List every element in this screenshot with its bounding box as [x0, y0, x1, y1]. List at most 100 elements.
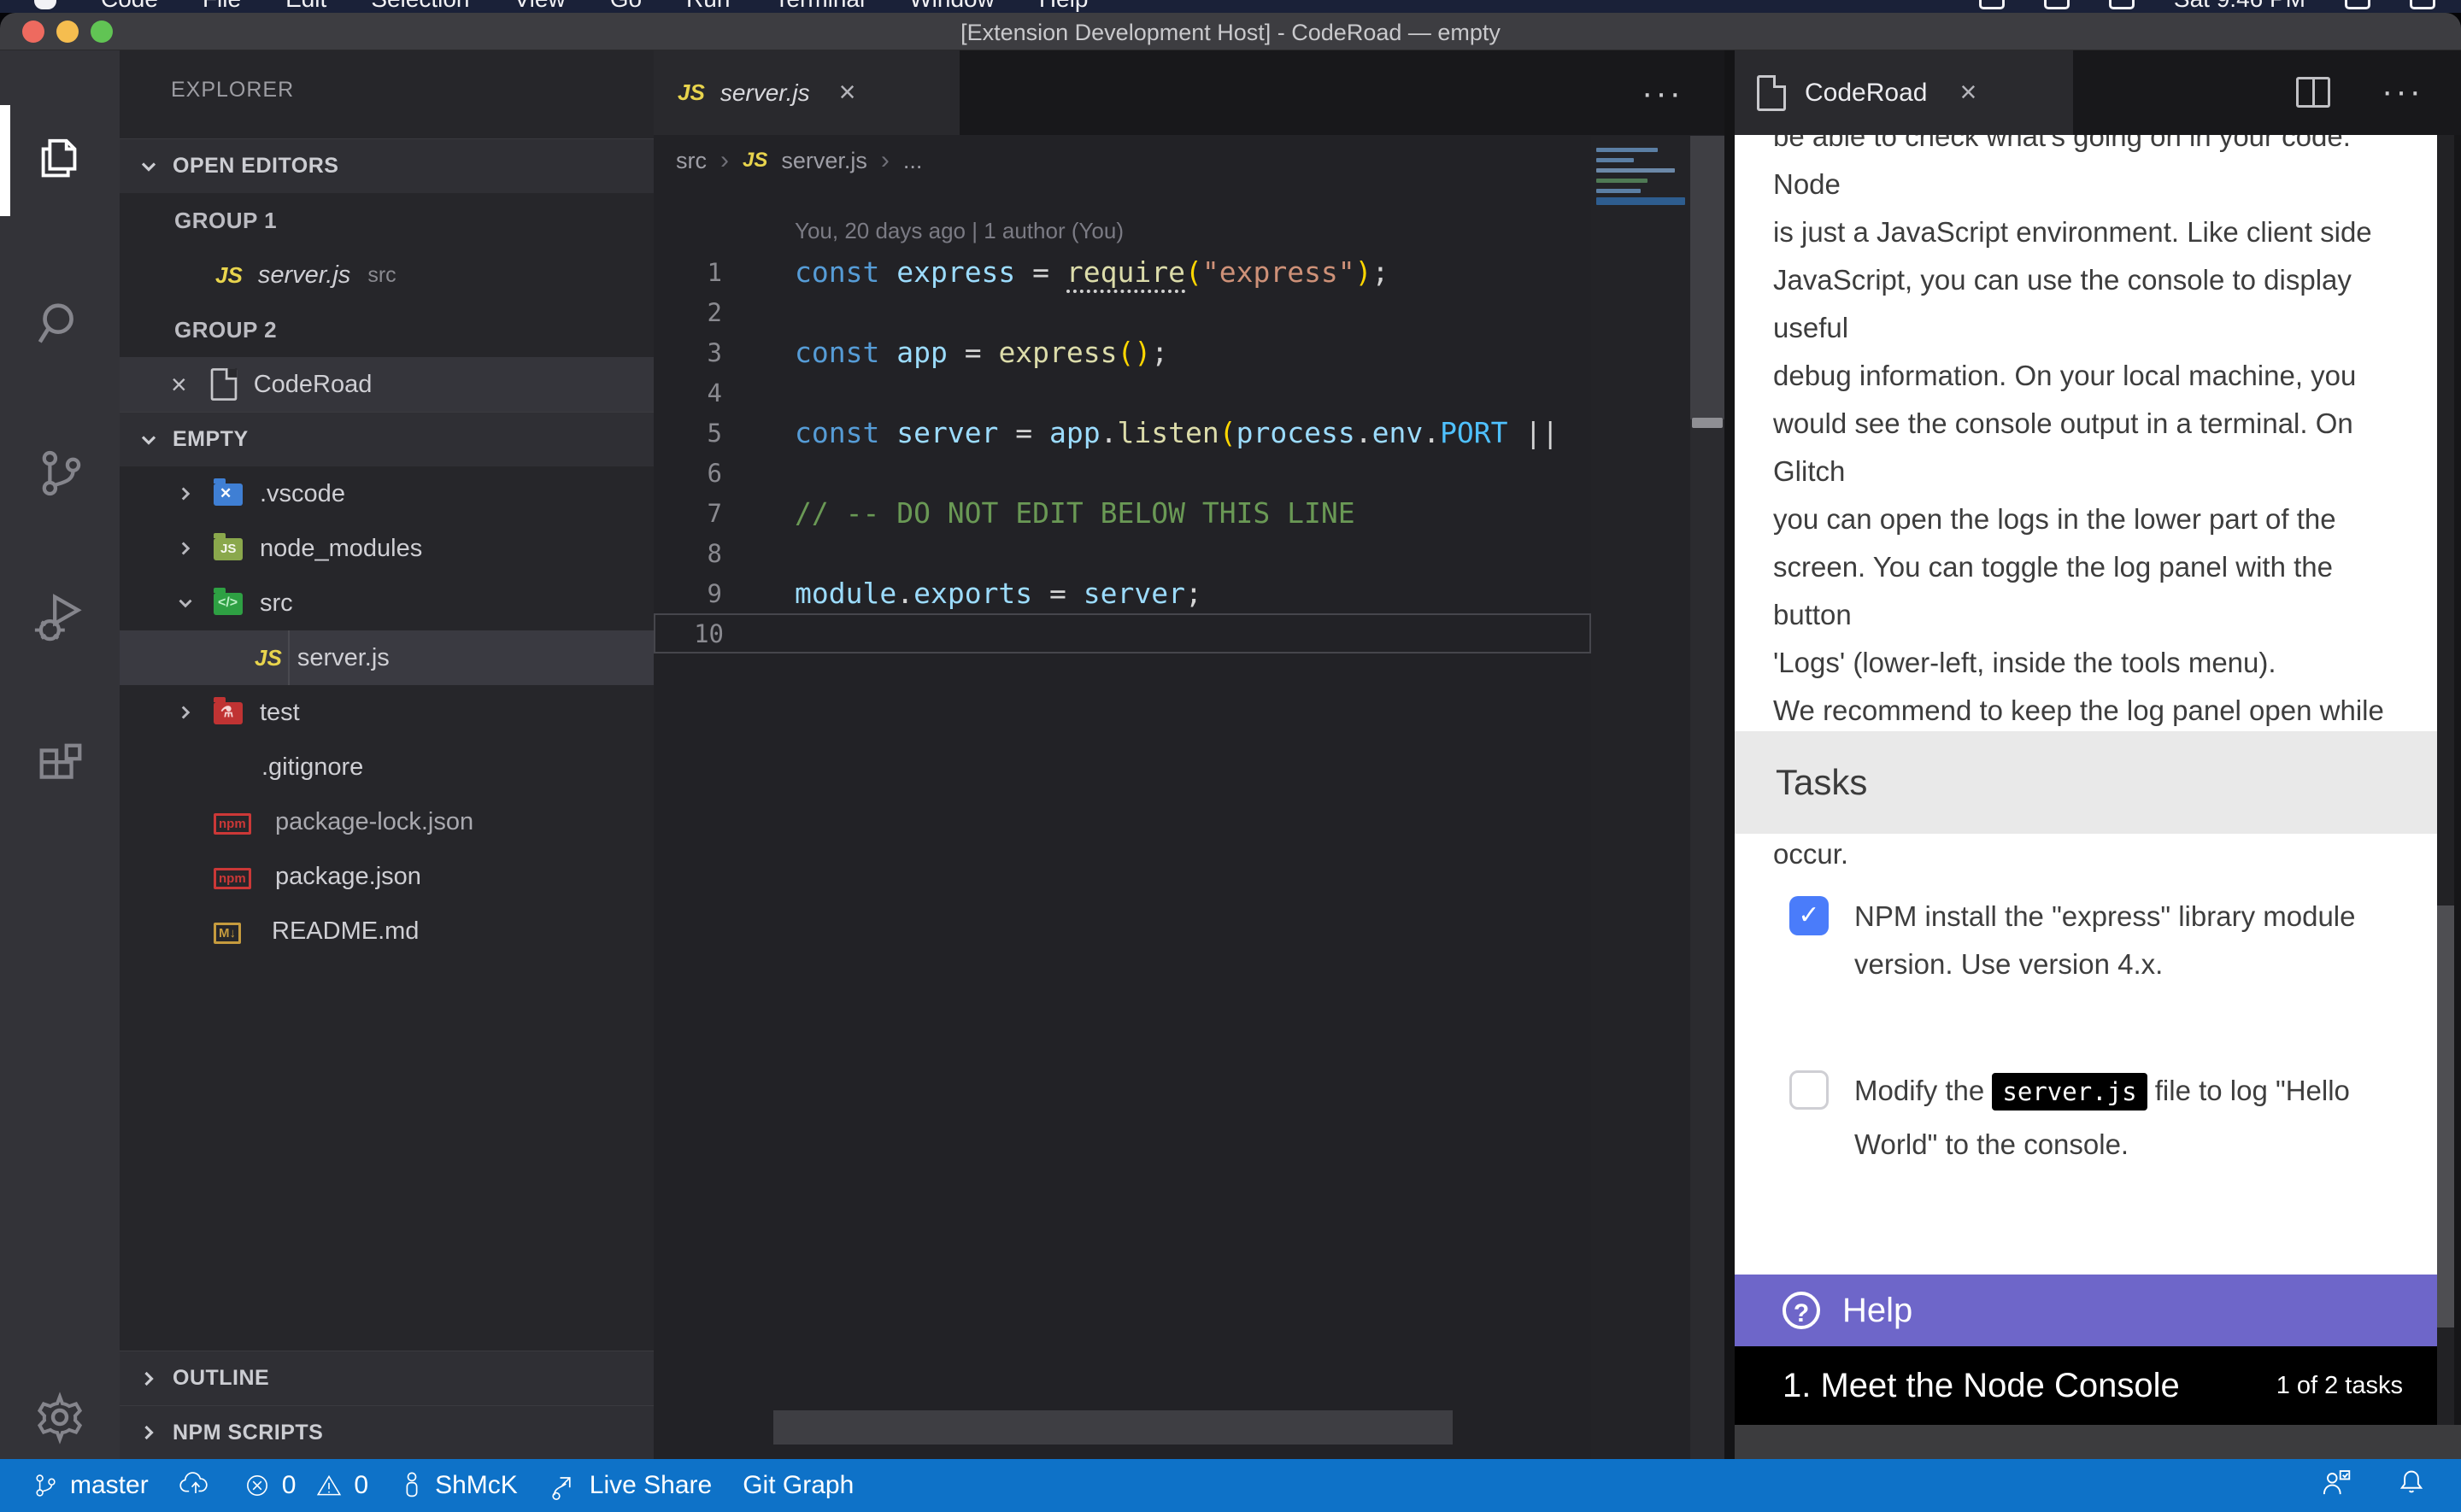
tree-item-readme[interactable]: M↓ README.md	[120, 904, 654, 958]
editor-horizontal-scrollbar[interactable]	[773, 1410, 1453, 1445]
task-checkbox-unchecked[interactable]	[1789, 1070, 1829, 1110]
tree-item-vscode[interactable]: ✕ .vscode	[120, 466, 654, 521]
code-line[interactable]: 5const server = app.listen(process.env.P…	[654, 413, 1724, 453]
coderoad-webview: be able to check what's going on in your…	[1735, 135, 2437, 1425]
code-line[interactable]: 9module.exports = server;	[654, 573, 1724, 613]
webview-scrollbar[interactable]	[2437, 135, 2454, 1425]
problems-status[interactable]: 0 0	[243, 1471, 368, 1500]
panel-bottom-strip	[1735, 1425, 2461, 1459]
status-bar: master 0 0 ShMcK Live Share Git Graph	[0, 1459, 2461, 1512]
run-debug-icon[interactable]	[0, 563, 120, 674]
split-editor-icon[interactable]	[2296, 77, 2330, 108]
search-icon[interactable]	[0, 268, 120, 379]
open-editors-group-1: GROUP 1	[120, 193, 654, 248]
tutorial-text-line: you can open the logs in the lower part …	[1773, 495, 2405, 543]
code-line[interactable]: 2	[654, 292, 1724, 332]
git-icon	[214, 752, 248, 782]
menu-item-edit[interactable]: Edit	[285, 0, 326, 13]
tab-coderoad[interactable]: CodeRoad ×	[1735, 50, 2073, 135]
live-share-status[interactable]: Live Share	[549, 1470, 712, 1501]
macos-menubar: Code File Edit Selection View Go Run Ter…	[0, 0, 2461, 13]
notifications-bell-icon[interactable]	[2396, 1466, 2427, 1505]
menu-item-view[interactable]: View	[514, 0, 566, 13]
open-editors-section-header[interactable]: OPEN EDITORS	[120, 138, 654, 193]
code-line[interactable]: 7// -- DO NOT EDIT BELOW THIS LINE	[654, 493, 1724, 533]
close-tab-icon[interactable]: ×	[1959, 76, 1976, 109]
menu-item-go[interactable]: Go	[610, 0, 642, 13]
menubar-status-icon[interactable]	[2410, 0, 2435, 9]
tutorial-text-line: occur.	[1773, 830, 2405, 878]
tutorial-text-line: is just a JavaScript environment. Like c…	[1773, 208, 2405, 256]
code-line[interactable]: 10	[654, 613, 1591, 653]
tree-item-node-modules[interactable]: JS node_modules	[120, 521, 654, 576]
tree-item-package-json[interactable]: npm package.json	[120, 849, 654, 904]
tree-item-gitignore[interactable]: .gitignore	[120, 740, 654, 794]
close-editor-icon[interactable]: ×	[171, 369, 187, 401]
open-editors-group-2: GROUP 2	[120, 302, 654, 357]
help-button[interactable]: ? Help	[1735, 1275, 2437, 1346]
source-control-icon[interactable]	[0, 418, 120, 529]
explorer-icon[interactable]	[0, 105, 120, 216]
tasks-section-header: Tasks	[1735, 731, 2437, 834]
test-folder-icon: ⚗	[212, 697, 246, 728]
node-modules-folder-icon: JS	[212, 533, 246, 564]
code-line[interactable]: 3const app = express();	[654, 332, 1724, 372]
lesson-footer[interactable]: 1. Meet the Node Console 1 of 2 tasks	[1735, 1346, 2437, 1425]
feedback-icon[interactable]	[2319, 1466, 2353, 1505]
outline-section-header[interactable]: OUTLINE	[120, 1351, 654, 1405]
breadcrumb[interactable]: src › JS server.js › ...	[676, 146, 922, 175]
tree-item-src[interactable]: </> src	[120, 576, 654, 630]
menu-item-window[interactable]: Window	[909, 0, 995, 13]
menubar-status-icon[interactable]	[2109, 0, 2135, 9]
extensions-icon[interactable]	[0, 710, 120, 821]
settings-gear-icon[interactable]	[0, 1362, 120, 1473]
tree-item-test[interactable]: ⚗ test	[120, 685, 654, 740]
vscode-folder-icon: ✕	[212, 478, 246, 509]
tree-item-package-lock[interactable]: npm package-lock.json	[120, 794, 654, 849]
lesson-title: 1. Meet the Node Console	[1783, 1367, 2180, 1405]
git-graph-status[interactable]: Git Graph	[743, 1471, 854, 1500]
menubar-clock[interactable]: Sat 9:46 PM	[2174, 0, 2305, 13]
account-status[interactable]: ShMcK	[399, 1470, 518, 1501]
editor-panel-divider[interactable]	[1724, 50, 1735, 1459]
js-file-icon: JS	[215, 262, 243, 289]
task-checkbox-checked[interactable]: ✓	[1789, 896, 1829, 935]
menu-item-file[interactable]: File	[203, 0, 241, 13]
minimap[interactable]	[1591, 136, 1690, 1459]
npm-icon: npm	[214, 806, 261, 837]
window-titlebar: [Extension Development Host] - CodeRoad …	[0, 13, 2461, 50]
panel-tab-bar: CodeRoad × ···	[1735, 50, 2461, 135]
tutorial-text-line: JavaScript, you can use the console to d…	[1773, 256, 2405, 352]
menu-item-run[interactable]: Run	[686, 0, 730, 13]
src-folder-icon: </>	[212, 588, 246, 618]
js-file-icon: JS	[255, 645, 282, 671]
code-line[interactable]: 8	[654, 533, 1724, 573]
gitlens-blame-annotation: You, 20 days ago | 1 author (You)	[795, 218, 1124, 244]
close-tab-icon[interactable]: ×	[839, 76, 856, 109]
menu-item-terminal[interactable]: Terminal	[774, 0, 865, 13]
menubar-status-icon[interactable]	[2345, 0, 2370, 9]
open-editor-serverjs[interactable]: JS server.js src	[120, 248, 654, 302]
open-editor-coderoad[interactable]: × CodeRoad	[120, 357, 654, 412]
npm-scripts-section-header[interactable]: NPM SCRIPTS	[120, 1405, 654, 1459]
menubar-status-icon[interactable]	[2044, 0, 2070, 9]
editor-vertical-scrollbar[interactable]	[1690, 136, 1724, 1459]
tree-item-serverjs[interactable]: JS server.js	[120, 630, 654, 685]
sync-changes-icon[interactable]	[179, 1470, 212, 1501]
menu-item-selection[interactable]: Selection	[371, 0, 469, 13]
empty-project-section-header[interactable]: EMPTY	[120, 412, 654, 466]
menubar-status-icon[interactable]	[1979, 0, 2005, 9]
apple-menu-icon[interactable]	[34, 0, 56, 9]
panel-actions-ellipsis-icon[interactable]: ···	[2382, 73, 2423, 111]
code-line[interactable]: 4	[654, 372, 1724, 413]
code-line[interactable]: 6	[654, 453, 1724, 493]
webview-file-icon	[210, 368, 237, 401]
editor-actions-ellipsis-icon[interactable]: ···	[1642, 74, 1683, 113]
lesson-progress: 1 of 2 tasks	[2276, 1372, 2403, 1400]
menu-item-code[interactable]: Code	[101, 0, 158, 13]
menu-item-help[interactable]: Help	[1039, 0, 1089, 13]
code-line[interactable]: 1const express = require("express");	[654, 252, 1724, 292]
git-branch-status[interactable]: master	[31, 1471, 149, 1500]
code-editor[interactable]: 1const express = require("express");23co…	[654, 252, 1724, 653]
tab-serverjs[interactable]: JS server.js ×	[654, 50, 960, 135]
